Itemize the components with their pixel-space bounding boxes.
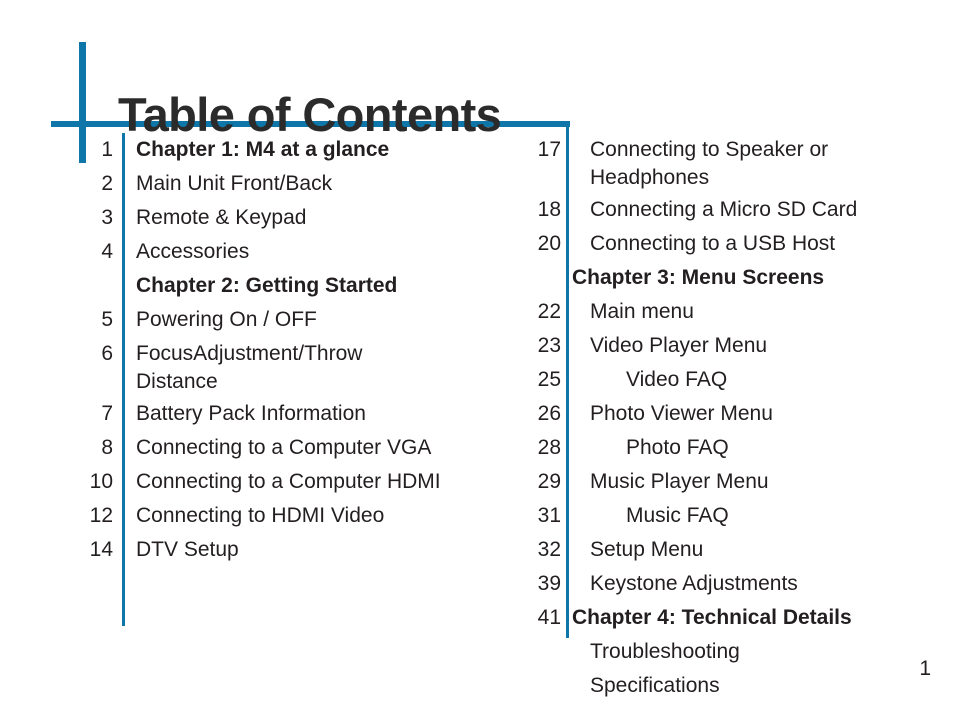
toc-entry-label: Accessories — [136, 240, 250, 263]
toc-chapter-label: Chapter 4: Technical Details — [572, 606, 852, 629]
toc-entry-label: Setup Menu — [590, 538, 704, 561]
toc-row[interactable]: 14 DTV Setup — [80, 533, 550, 567]
toc-entry-label: Music Player Menu — [590, 470, 769, 493]
toc-page-number: 31 — [537, 504, 561, 527]
toc-row[interactable]: 18 Connecting a Micro SD Card — [524, 193, 954, 227]
toc-row[interactable]: 17 Connecting to Speaker or — [524, 133, 954, 167]
page-number: 1 — [919, 657, 931, 680]
toc-entry-label: Connecting to a USB Host — [590, 232, 836, 255]
toc-entry-label: Keystone Adjustments — [590, 572, 798, 595]
toc-entry-label: Connecting to Speaker or — [590, 138, 829, 161]
toc-page-number: 4 — [101, 240, 113, 263]
toc-row[interactable]: 1 Chapter 1: M4 at a glance — [80, 133, 550, 167]
toc-page-number: 28 — [537, 436, 561, 459]
toc-entry-label: Connecting to a Computer VGA — [136, 436, 432, 459]
toc-chapter-label: Chapter 3: Menu Screens — [572, 266, 825, 289]
toc-entry-label: Remote & Keypad — [136, 206, 307, 229]
toc-page-number: 12 — [89, 504, 113, 527]
toc-row[interactable]: 5 Powering On / OFF — [80, 303, 550, 337]
toc-page-number: 14 — [89, 538, 113, 561]
toc-entry-label: Connecting to a Computer HDMI — [136, 470, 441, 493]
toc-row[interactable]: Specifications — [524, 669, 954, 703]
toc-row[interactable]: 26 Photo Viewer Menu — [524, 397, 954, 431]
toc-left-column: 1 Chapter 1: M4 at a glance 2 Main Unit Fro… — [80, 133, 550, 567]
toc-entry-label: FocusAdjustment/Throw — [136, 342, 363, 365]
toc-entry-label: Photo FAQ — [626, 436, 729, 459]
toc-page-number: 1 — [101, 138, 113, 161]
toc-entry-label: Music FAQ — [626, 504, 729, 527]
toc-row[interactable]: 39 Keystone Adjustments — [524, 567, 954, 601]
toc-row[interactable]: Troubleshooting — [524, 635, 954, 669]
toc-row[interactable]: 10 Connecting to a Computer HDMI — [80, 465, 550, 499]
toc-page-number: 39 — [537, 572, 561, 595]
toc-row[interactable]: 23 Video Player Menu — [524, 329, 954, 363]
toc-page-number: 10 — [89, 470, 113, 493]
toc-page-number: 29 — [537, 470, 561, 493]
toc-row[interactable]: 2 Main Unit Front/Back — [80, 167, 550, 201]
toc-row[interactable]: 12 Connecting to HDMI Video — [80, 499, 550, 533]
toc-page-number: 5 — [101, 308, 113, 331]
toc-entry-label: Distance — [136, 370, 218, 393]
toc-page-number: 6 — [101, 342, 113, 365]
toc-entry-label: Troubleshooting — [590, 640, 740, 663]
toc-entry-label: Powering On / OFF — [136, 308, 317, 331]
toc-entry-label: Connecting to HDMI Video — [136, 504, 385, 527]
toc-row[interactable]: 20 Connecting to a USB Host — [524, 227, 954, 261]
toc-entry-label: Photo Viewer Menu — [590, 402, 773, 425]
toc-entry-label: Main menu — [590, 300, 694, 323]
toc-row[interactable]: 28 Photo FAQ — [524, 431, 954, 465]
toc-entry-label: Specifications — [590, 674, 720, 697]
toc-entry-label: Connecting a Micro SD Card — [590, 198, 858, 221]
toc-row[interactable]: 41 Chapter 4: Technical Details — [524, 601, 954, 635]
toc-page-number: 17 — [537, 138, 561, 161]
toc-entry-label: Video FAQ — [626, 368, 728, 391]
toc-entry-label: Headphones — [590, 166, 710, 189]
toc-row[interactable]: 25 Video FAQ — [524, 363, 954, 397]
toc-page-number: 23 — [537, 334, 561, 357]
toc-entry-label: Battery Pack Information — [136, 402, 366, 425]
toc-page-number: 18 — [537, 198, 561, 221]
toc-chapter-label: Chapter 2: Getting Started — [136, 274, 398, 297]
toc-row[interactable]: 4 Accessories — [80, 235, 550, 269]
toc-page-number: 3 — [101, 206, 113, 229]
toc-row[interactable]: 32 Setup Menu — [524, 533, 954, 567]
toc-page-number: 2 — [101, 172, 113, 195]
toc-page-number: 25 — [537, 368, 561, 391]
toc-row[interactable]: Chapter 3: Menu Screens — [524, 261, 954, 295]
toc-row[interactable]: Distance — [80, 367, 550, 397]
toc-page-number: 32 — [537, 538, 561, 561]
toc-row[interactable]: 6 FocusAdjustment/Throw — [80, 337, 550, 371]
toc-row[interactable]: 22 Main menu — [524, 295, 954, 329]
toc-row[interactable]: 3 Remote & Keypad — [80, 201, 550, 235]
toc-row[interactable]: 7 Battery Pack Information — [80, 397, 550, 431]
toc-row[interactable]: Headphones — [524, 163, 954, 193]
toc-page-number: 22 — [537, 300, 561, 323]
toc-entry-label: DTV Setup — [136, 538, 239, 561]
toc-row[interactable]: 31 Music FAQ — [524, 499, 954, 533]
toc-row[interactable]: 8 Connecting to a Computer VGA — [80, 431, 550, 465]
toc-right-column: 17 Connecting to Speaker or Headphones 18 Co… — [524, 133, 954, 703]
toc-page-number: 20 — [537, 232, 561, 255]
toc-page-number: 41 — [537, 606, 561, 629]
toc-chapter-label: Chapter 1: M4 at a glance — [136, 138, 390, 161]
toc-entry-label: Main Unit Front/Back — [136, 172, 333, 195]
toc-row[interactable]: 29 Music Player Menu — [524, 465, 954, 499]
toc-page-number: 7 — [101, 402, 113, 425]
toc-page-number: 26 — [537, 402, 561, 425]
toc-row[interactable]: Chapter 2: Getting Started — [80, 269, 550, 303]
toc-entry-label: Video Player Menu — [590, 334, 768, 357]
toc-page-number: 8 — [101, 436, 113, 459]
